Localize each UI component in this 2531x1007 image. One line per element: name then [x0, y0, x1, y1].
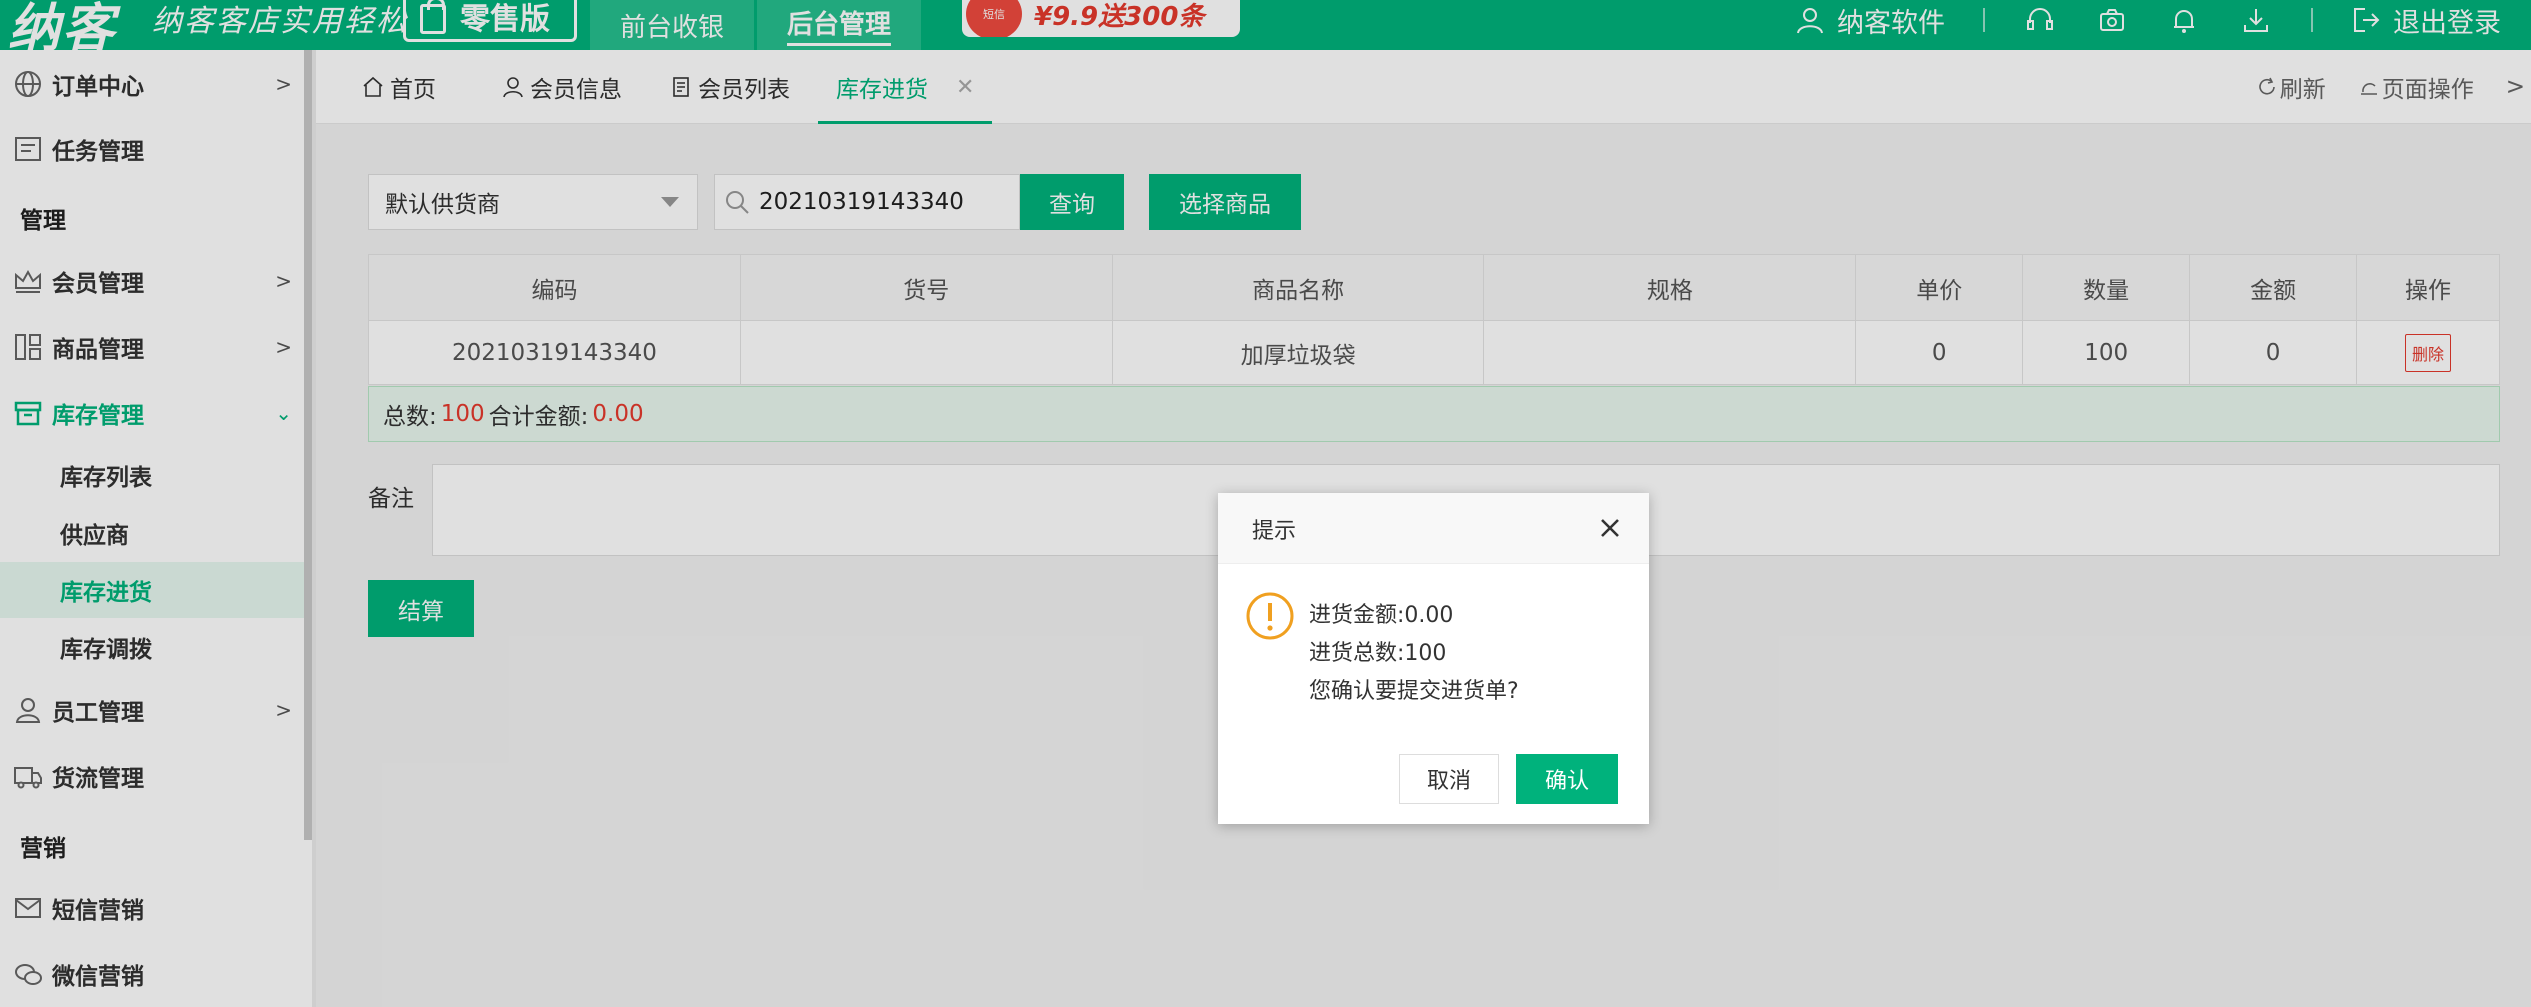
confirm-dialog: 提示 进货金额:0.00 进货总数:100 您确认要提交进货单? 取消 确认	[1218, 493, 1649, 824]
dialog-title: 提示	[1252, 519, 1297, 544]
dialog-line-total: 进货总数:100	[1309, 641, 1447, 666]
dialog-line-amount: 进货金额:0.00	[1309, 603, 1454, 628]
confirm-button[interactable]: 确认	[1516, 754, 1618, 804]
warning-icon	[1246, 592, 1294, 640]
dialog-line-question: 您确认要提交进货单?	[1309, 679, 1519, 704]
cancel-button[interactable]: 取消	[1399, 754, 1499, 804]
close-icon[interactable]	[1597, 515, 1623, 541]
dialog-header: 提示	[1218, 493, 1649, 564]
